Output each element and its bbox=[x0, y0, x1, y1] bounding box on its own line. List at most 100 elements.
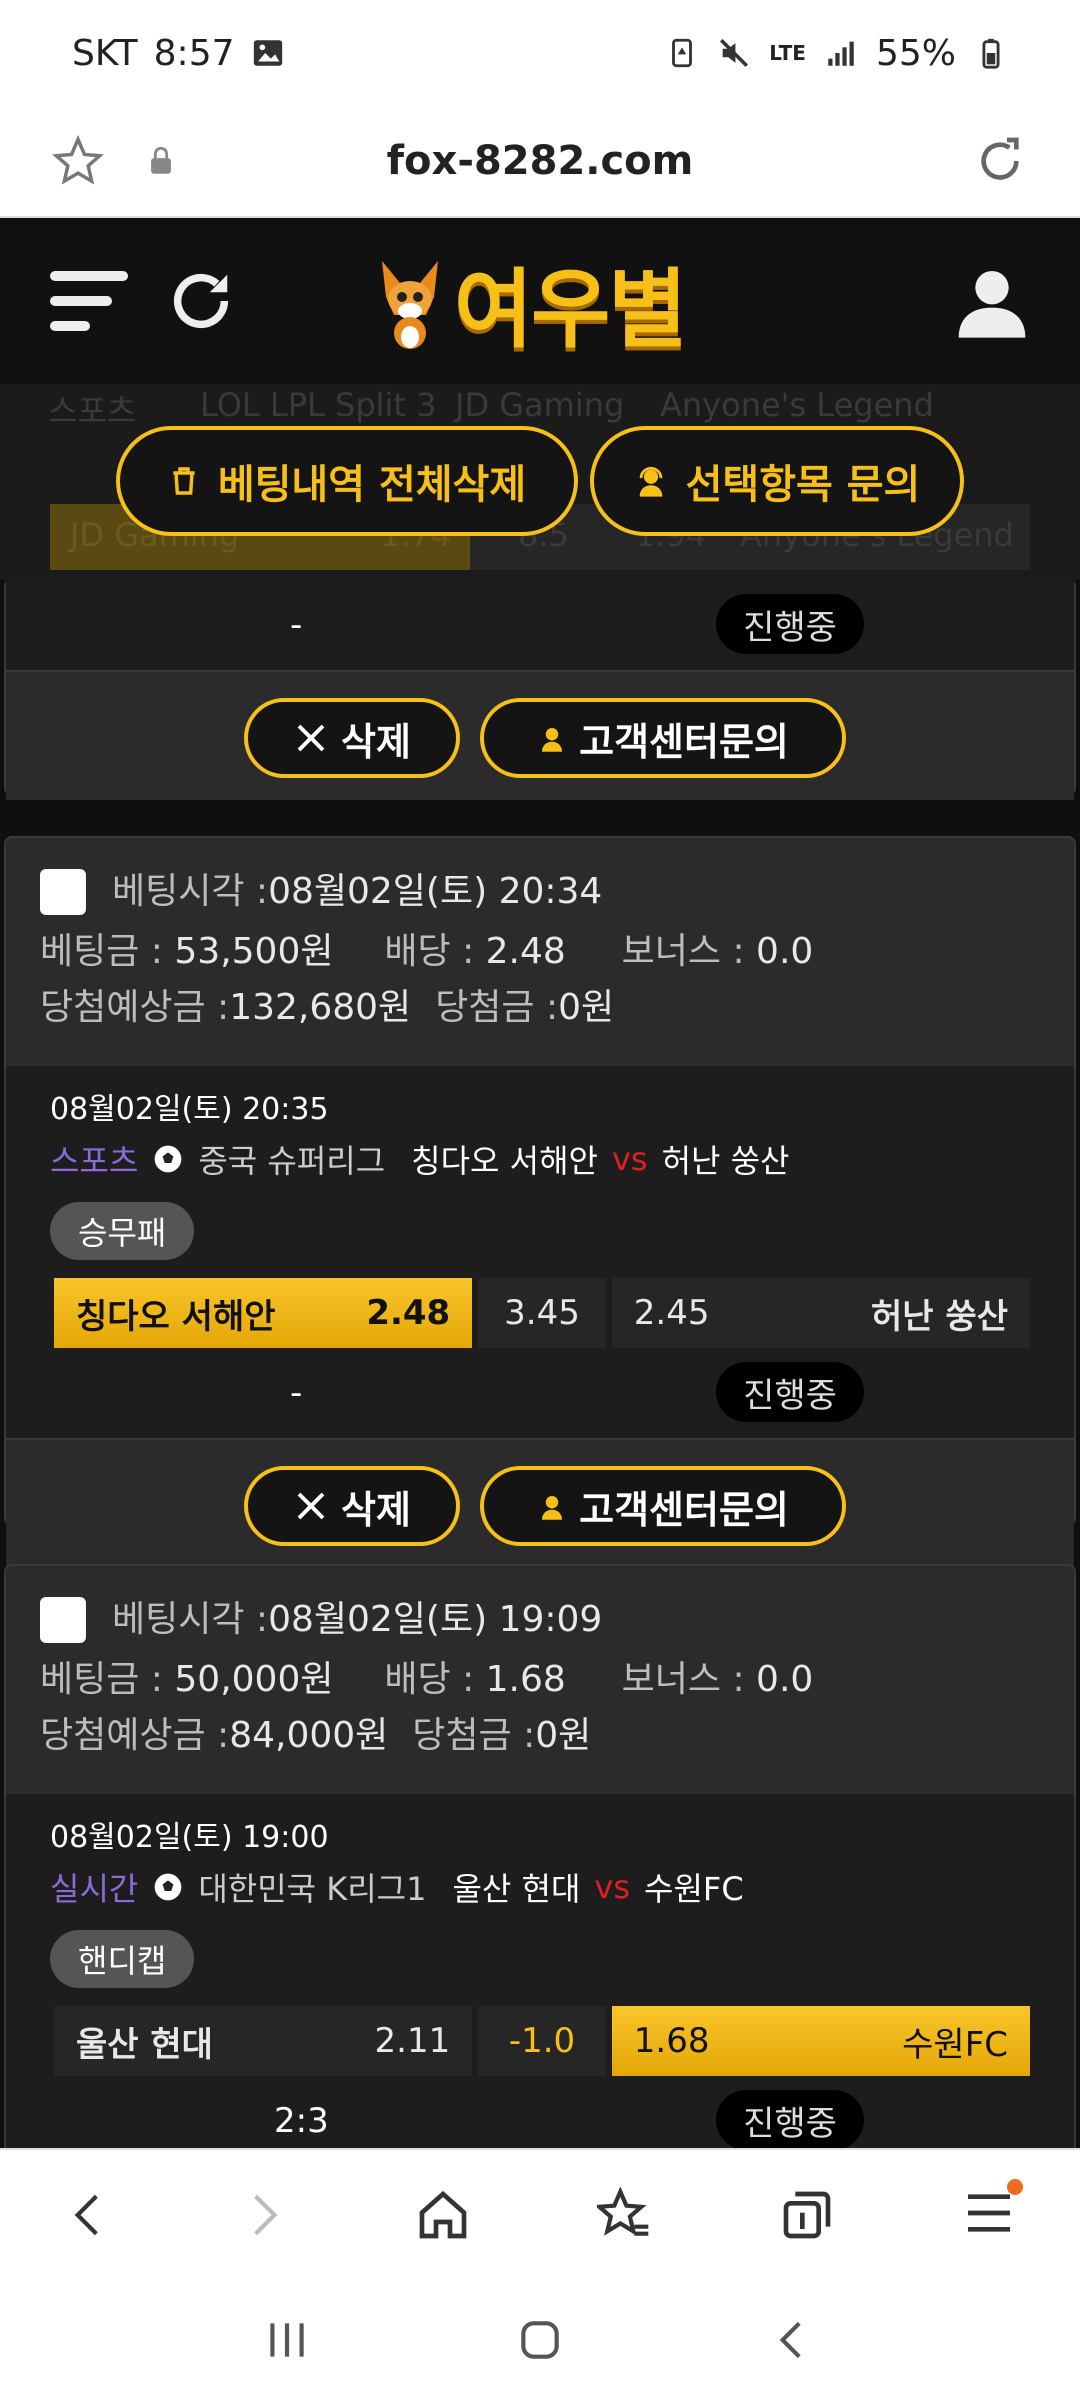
support-label: 고객센터문의 bbox=[579, 1487, 789, 1532]
support-inquiry-button[interactable]: 고객센터문의 bbox=[480, 1466, 846, 1546]
result-score: 2:3 bbox=[274, 2101, 329, 2141]
ghost-home: JD Gaming bbox=[455, 386, 625, 424]
won-label: 당첨금 : bbox=[435, 987, 559, 1028]
battery-icon bbox=[982, 38, 1000, 69]
vs-label: vs bbox=[594, 1868, 631, 1906]
away-team: 허난 쑹산 bbox=[661, 1142, 790, 1180]
home-odd-option: 울산 현대 2.11 bbox=[54, 2006, 473, 2076]
won-label: 당첨금 : bbox=[412, 1715, 536, 1756]
home-team: 칭다오 서해안 bbox=[411, 1142, 598, 1180]
trash-icon bbox=[173, 467, 195, 495]
soccer-ball-icon bbox=[154, 1145, 182, 1173]
bet-time: 08월02일(토) 20:34 bbox=[268, 871, 603, 912]
market-type-badge: 핸디캡 bbox=[50, 1930, 195, 1988]
battery-percent: 55% bbox=[875, 32, 956, 74]
league-name: 중국 슈퍼리그 bbox=[198, 1142, 386, 1180]
inquire-selected-button[interactable]: 선택항목 문의 bbox=[590, 426, 964, 536]
reload-icon[interactable] bbox=[972, 133, 1028, 189]
bet-time-label: 베팅시각 : bbox=[112, 1599, 269, 1640]
odds-row: 울산 현대 2.11 -1.0 1.68 수원FC bbox=[54, 2006, 1030, 2076]
system-back-icon[interactable] bbox=[768, 2315, 818, 2365]
delete-label: 삭제 bbox=[341, 1487, 411, 1532]
bet-history-list: - 진행중 삭제 고객센터문의 베팅시각 : 08월02일(토) 20:34 베… bbox=[0, 580, 1080, 2148]
bet-select-checkbox[interactable] bbox=[40, 869, 86, 915]
bet-amount: 50,000원 bbox=[174, 1659, 334, 1700]
status-badge: 진행중 bbox=[716, 594, 864, 654]
expected-winnings: 84,000원 bbox=[229, 1715, 389, 1756]
headset-icon bbox=[639, 466, 662, 497]
user-profile-icon[interactable] bbox=[952, 261, 1032, 341]
delete-all-button[interactable]: 베팅내역 전체삭제 bbox=[116, 426, 578, 536]
bet-select-checkbox[interactable] bbox=[40, 1597, 86, 1643]
gallery-icon bbox=[253, 40, 282, 66]
close-icon bbox=[297, 724, 325, 752]
home-odd: 2.48 bbox=[366, 1293, 451, 1333]
bonus-label: 보너스 : bbox=[621, 1659, 745, 1700]
away-team-label: 수원FC bbox=[902, 2024, 1008, 2065]
away-odd-option: 2.45 허난 쑹산 bbox=[611, 1278, 1030, 1348]
menu-icon[interactable] bbox=[48, 265, 130, 337]
delete-label: 삭제 bbox=[341, 719, 411, 764]
draw-odd: 3.45 bbox=[504, 1293, 580, 1333]
network-type: LTE bbox=[769, 41, 806, 65]
recent-apps-icon[interactable] bbox=[262, 2315, 312, 2365]
delete-button[interactable]: 삭제 bbox=[244, 698, 460, 778]
bookmark-star-icon[interactable] bbox=[52, 135, 104, 187]
tabs-icon[interactable] bbox=[779, 2187, 835, 2243]
bet-time-label: 베팅시각 : bbox=[112, 871, 269, 912]
support-inquiry-button[interactable]: 고객센터문의 bbox=[480, 698, 846, 778]
bet-time: 08월02일(토) 19:09 bbox=[268, 1599, 603, 1640]
result-row: 2:3 진행중 bbox=[50, 2076, 1030, 2148]
status-bar: SKT 8:57 LTE 55% bbox=[0, 0, 1080, 106]
bet-category: 스포츠 bbox=[50, 1142, 139, 1180]
mute-icon bbox=[720, 38, 749, 68]
bet-amount: 53,500원 bbox=[174, 931, 334, 972]
home-team-label: 울산 현대 bbox=[76, 2024, 213, 2065]
match-info: 스포츠 중국 슈퍼리그 칭다오 서해안 vs 허난 쑹산 bbox=[50, 1136, 1030, 1182]
draw-odd-option: 3.45 bbox=[478, 1278, 606, 1348]
carrier: SKT bbox=[72, 32, 138, 74]
inquire-selected-label: 선택항목 문의 bbox=[685, 462, 921, 508]
handicap-value: -1.0 bbox=[508, 2021, 576, 2061]
home-odd: 2.11 bbox=[374, 2021, 451, 2061]
ghost-category: 스포츠 bbox=[48, 392, 137, 430]
away-odd-option: 1.68 수원FC bbox=[611, 2006, 1030, 2076]
result-row: - 진행중 bbox=[6, 580, 1074, 670]
bet-card: 베팅시각 : 08월02일(토) 19:09 베팅금 : 50,000원 배당 … bbox=[4, 1564, 1076, 2148]
close-icon bbox=[297, 1492, 325, 1520]
site-logo[interactable]: 여우별 bbox=[372, 240, 687, 362]
bookmarks-icon[interactable] bbox=[597, 2187, 653, 2243]
match-time: 08월02일(토) 20:35 bbox=[50, 1092, 329, 1127]
headset-icon bbox=[542, 1496, 563, 1520]
market-type-badge: 승무패 bbox=[50, 1202, 195, 1260]
result-score: - bbox=[290, 605, 303, 645]
home-icon[interactable] bbox=[415, 2187, 471, 2243]
fox-mascot-icon bbox=[382, 261, 438, 349]
odds-label: 배당 : bbox=[384, 931, 475, 972]
bet-detail: 08월02일(토) 19:00 실시간 대한민국 K리그1 울산 현대 vs 수… bbox=[6, 1794, 1074, 2148]
home-team-label: 칭다오 서해안 bbox=[76, 1296, 276, 1337]
away-team: 수원FC bbox=[644, 1870, 744, 1908]
result-row: - 진행중 bbox=[50, 1348, 1030, 1438]
won-amount: 0원 bbox=[535, 1715, 592, 1756]
status-badge: 진행중 bbox=[716, 2090, 864, 2148]
browser-menu[interactable] bbox=[961, 2179, 1023, 2245]
support-label: 고객센터문의 bbox=[579, 719, 789, 764]
system-navigation-bar bbox=[0, 2280, 1080, 2400]
refresh-icon[interactable] bbox=[166, 266, 236, 336]
delete-button[interactable]: 삭제 bbox=[244, 1466, 460, 1546]
ghost-league: LOL LPL Split 3 bbox=[200, 386, 437, 424]
away-team-label: 허난 쑹산 bbox=[871, 1296, 1008, 1337]
bulk-actions-bar: 스포츠 LOL LPL Split 3 JD Gaming Anyone's L… bbox=[0, 384, 1080, 580]
logo-text: 여우별 bbox=[454, 259, 687, 360]
bet-odds: 2.48 bbox=[485, 931, 566, 972]
bet-card-partial: - 진행중 삭제 고객센터문의 bbox=[4, 580, 1076, 800]
browser-bottom-toolbar bbox=[0, 2148, 1080, 2280]
system-home-icon[interactable] bbox=[515, 2315, 565, 2365]
forward-icon[interactable] bbox=[239, 2185, 289, 2245]
hamburger-menu-icon[interactable] bbox=[961, 2185, 1017, 2241]
status-badge: 진행중 bbox=[716, 1362, 864, 1422]
bet-detail: 08월02일(토) 20:35 스포츠 중국 슈퍼리그 칭다오 서해안 vs 허… bbox=[6, 1066, 1074, 1438]
back-icon[interactable] bbox=[63, 2185, 113, 2245]
vs-label: vs bbox=[611, 1140, 648, 1178]
